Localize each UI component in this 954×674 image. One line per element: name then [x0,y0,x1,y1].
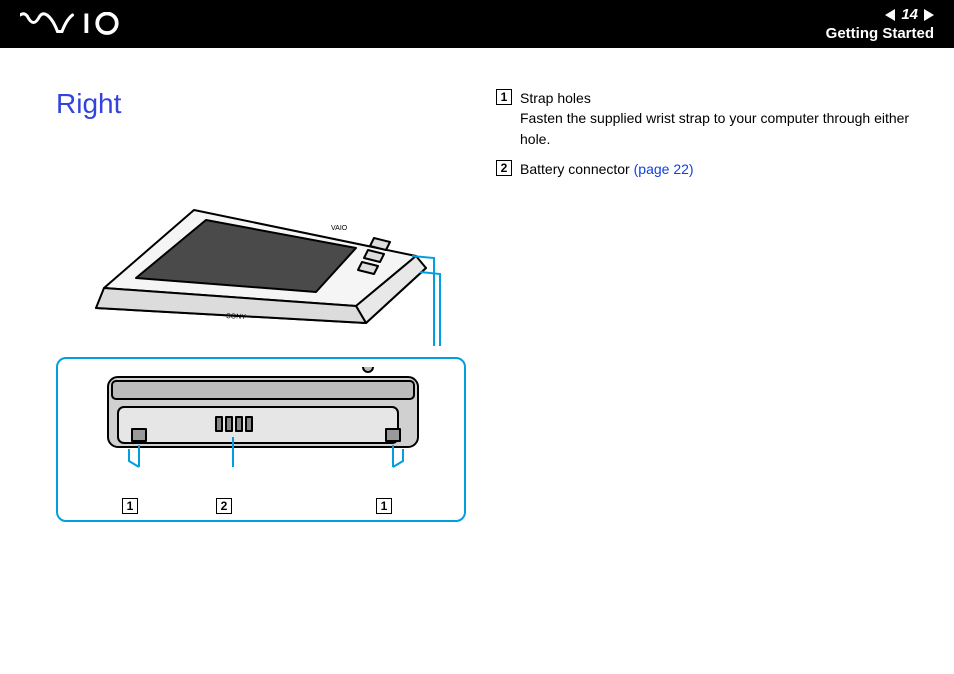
svg-text:VAIO: VAIO [331,225,348,232]
callout-num-2: 2 [216,498,232,514]
callout-num-1-left: 1 [122,498,138,514]
page-number: 14 [901,6,918,23]
next-page-icon[interactable] [924,9,934,21]
section-title: Getting Started [826,25,934,42]
vaio-logo [20,12,140,36]
legend-title: Battery connector [520,161,630,177]
svg-text:SONY: SONY [226,313,247,321]
left-column: Right [56,88,466,522]
page-body: Right [0,48,954,522]
legend-list: 1 Strap holes Fasten the supplied wrist … [496,88,924,179]
device-perspective-illustration: VAIO SONY [56,138,466,353]
device-side-illustration-callout: 1 2 1 [56,357,466,522]
page-title: Right [56,88,466,120]
legend-num: 1 [496,89,512,105]
legend-title: Strap holes [520,90,591,106]
right-column: 1 Strap holes Fasten the supplied wrist … [496,88,924,522]
header-right: 14 Getting Started [826,6,934,42]
page-header: 14 Getting Started [0,0,954,48]
callout-num-1-right: 1 [376,498,392,514]
page-reference-link[interactable]: (page 22) [634,161,694,177]
prev-page-icon[interactable] [885,9,895,21]
page-nav: 14 [885,6,934,23]
legend-desc: Fasten the supplied wrist strap to your … [520,110,909,146]
legend-num: 2 [496,160,512,176]
legend-item: 1 Strap holes Fasten the supplied wrist … [496,88,924,149]
legend-item: 2 Battery connector (page 22) [496,159,924,179]
callout-number-row: 1 2 1 [68,498,454,514]
